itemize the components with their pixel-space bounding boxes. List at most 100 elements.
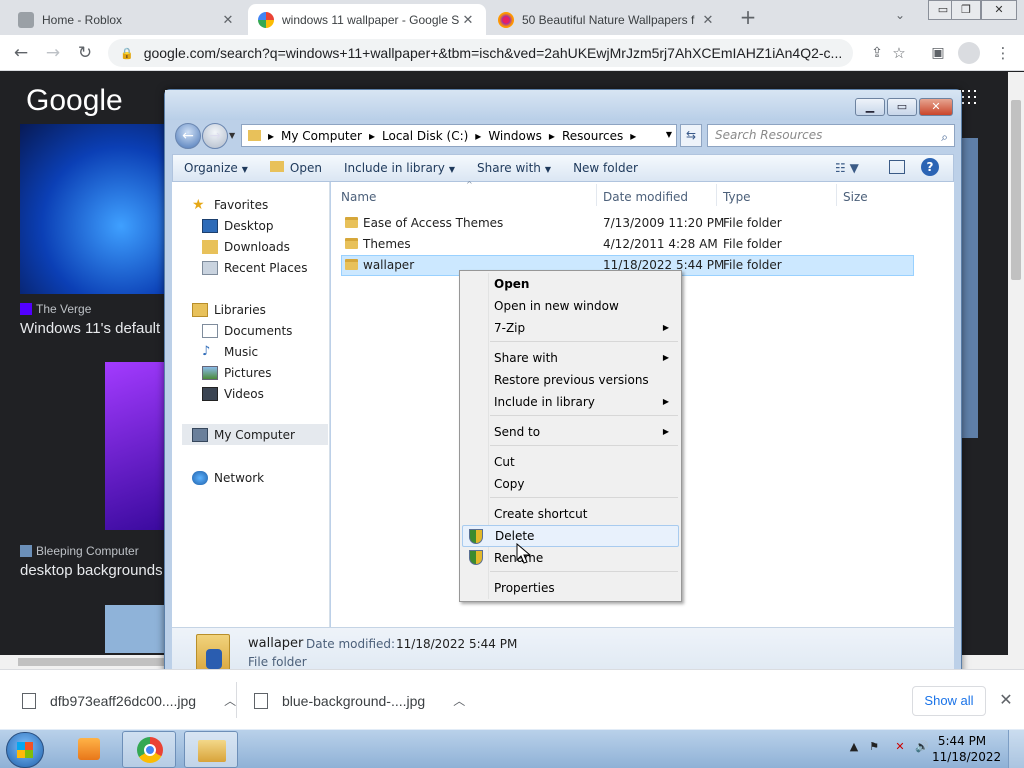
explorer-maximize-button[interactable]: ▭ <box>887 98 917 116</box>
chevron-up-icon[interactable]: ︿ <box>224 692 236 709</box>
explorer-back-icon[interactable]: ← <box>175 123 201 149</box>
column-divider[interactable] <box>836 184 837 206</box>
blue-wallpaper-thumbnail[interactable] <box>105 605 165 653</box>
menu-kebab-icon[interactable]: ⋮ <box>990 41 1016 65</box>
scroll-thumb[interactable] <box>18 658 168 666</box>
menu-item-copy[interactable]: Copy <box>462 473 679 495</box>
column-header-date[interactable]: Date modified <box>603 190 688 204</box>
network-status-icon[interactable]: ✕ <box>892 740 908 756</box>
history-dropdown-icon[interactable]: ▼ <box>229 131 235 140</box>
tab-roblox[interactable]: Home - Roblox ✕ <box>8 4 246 35</box>
side-panel-icon[interactable]: ▣ <box>925 41 951 65</box>
nav-my-computer[interactable]: My Computer <box>182 424 328 445</box>
menu-item-delete[interactable]: Delete <box>462 525 679 547</box>
bookmark-star-icon[interactable]: ☆ <box>886 41 912 65</box>
column-header-type[interactable]: Type <box>723 190 751 204</box>
breadcrumb-item[interactable]: Resources <box>562 129 623 143</box>
tab-google-search[interactable]: windows 11 wallpaper - Google S ✕ <box>248 4 486 35</box>
menu-item-open[interactable]: Open <box>462 273 679 295</box>
nav-favorites[interactable]: ★ Favorites <box>192 195 268 214</box>
explorer-close-button[interactable]: ✕ <box>919 98 953 116</box>
menu-item-properties[interactable]: Properties <box>462 577 679 599</box>
column-header-size[interactable]: Size <box>843 190 868 204</box>
download-item[interactable]: dfb973eaff26dc00....jpg ︿ <box>22 692 236 709</box>
nav-recent-places[interactable]: Recent Places <box>202 258 307 277</box>
nav-videos[interactable]: Videos <box>202 384 264 403</box>
explorer-breadcrumb[interactable]: ▸ My Computer ▸ Local Disk (C:) ▸ Window… <box>241 124 677 147</box>
taskbar-chrome[interactable] <box>122 731 176 768</box>
google-logo[interactable]: Google <box>26 84 123 118</box>
nav-desktop[interactable]: Desktop <box>202 216 274 235</box>
column-divider[interactable] <box>716 184 717 206</box>
nav-network[interactable]: Network <box>192 468 264 487</box>
explorer-minimize-button[interactable]: ▁ <box>855 98 885 116</box>
menu-item-send-to[interactable]: Send to ▶ <box>462 421 679 443</box>
menu-item-create-shortcut[interactable]: Create shortcut <box>462 503 679 525</box>
refresh-icon[interactable]: ⇆ <box>680 124 702 147</box>
help-icon[interactable]: ? <box>921 158 939 176</box>
nav-libraries[interactable]: Libraries <box>192 300 266 319</box>
restore-button[interactable]: ❐ <box>951 0 981 20</box>
address-dropdown-icon[interactable]: ▼ <box>666 130 672 139</box>
menu-item-7zip[interactable]: 7-Zip ▶ <box>462 317 679 339</box>
result-title[interactable]: Windows 11's default w <box>20 320 164 337</box>
close-downloads-bar-icon[interactable]: ✕ <box>996 688 1016 712</box>
breadcrumb-item[interactable]: My Computer <box>281 129 362 143</box>
scroll-thumb[interactable] <box>1011 100 1021 280</box>
taskbar-media-player[interactable] <box>62 731 116 768</box>
close-icon[interactable]: ✕ <box>220 12 236 28</box>
volume-icon[interactable]: 🔊 <box>914 740 930 756</box>
explorer-title-bar[interactable]: ▁ ▭ ✕ <box>165 90 961 120</box>
column-header-name[interactable]: Name <box>341 190 376 204</box>
breadcrumb-item[interactable]: Windows <box>488 129 542 143</box>
explorer-forward-icon[interactable]: → <box>202 123 228 149</box>
include-in-library-button[interactable]: Include in library ▼ <box>333 161 466 175</box>
show-desktop-button[interactable] <box>1008 730 1024 768</box>
address-bar[interactable]: 🔒 google.com/search?q=windows+11+wallpap… <box>108 39 853 67</box>
menu-item-restore-previous-versions[interactable]: Restore previous versions <box>462 369 679 391</box>
nav-pictures[interactable]: Pictures <box>202 363 272 382</box>
menu-item-include-in-library[interactable]: Include in library ▶ <box>462 391 679 413</box>
tab-search-chevron-icon[interactable]: ⌄ <box>895 8 905 22</box>
reload-icon[interactable]: ↻ <box>72 41 98 65</box>
start-button[interactable] <box>6 732 44 768</box>
chevron-up-icon[interactable]: ︿ <box>453 692 465 709</box>
nav-music[interactable]: ♪ Music <box>202 342 258 361</box>
menu-item-rename[interactable]: Rename <box>462 547 679 569</box>
action-center-flag-icon[interactable]: ⚑ <box>866 740 882 756</box>
share-with-button[interactable]: Share with ▼ <box>466 161 562 175</box>
breadcrumb-item[interactable]: Local Disk (C:) <box>382 129 468 143</box>
windows-wallpaper-thumbnail[interactable] <box>20 124 164 294</box>
system-clock[interactable]: 5:44 PM 11/18/2022 <box>932 733 1001 765</box>
explorer-search-input[interactable]: Search Resources ⌕ <box>707 124 955 147</box>
organize-button[interactable]: Organize ▼ <box>173 161 259 175</box>
new-folder-button[interactable]: New folder <box>562 161 649 175</box>
forward-arrow-icon[interactable]: → <box>40 41 66 65</box>
page-vertical-scrollbar[interactable] <box>1008 72 1024 657</box>
apps-grid-icon[interactable] <box>960 88 978 106</box>
preview-pane-icon[interactable] <box>889 160 905 174</box>
menu-item-cut[interactable]: Cut <box>462 451 679 473</box>
column-divider[interactable] <box>596 184 597 206</box>
close-icon[interactable]: ✕ <box>700 12 716 28</box>
menu-item-open-new-window[interactable]: Open in new window <box>462 295 679 317</box>
result-title[interactable]: desktop backgrounds <box>20 562 163 579</box>
nav-downloads[interactable]: Downloads <box>202 237 290 256</box>
tab-nature-wallpapers[interactable]: 50 Beautiful Nature Wallpapers f ✕ <box>488 4 726 35</box>
menu-item-share-with[interactable]: Share with ▶ <box>462 347 679 369</box>
new-tab-button[interactable]: + <box>735 6 761 30</box>
back-arrow-icon[interactable]: ← <box>8 41 34 65</box>
download-item[interactable]: blue-background-....jpg ︿ <box>254 692 465 709</box>
view-options-icon[interactable]: ☷ ▼ <box>835 161 859 175</box>
taskbar-explorer[interactable] <box>184 731 238 768</box>
close-icon[interactable]: ✕ <box>460 12 476 28</box>
file-row[interactable]: Themes 4/12/2011 4:28 AM File folder <box>341 234 914 255</box>
nav-documents[interactable]: Documents <box>202 321 292 340</box>
show-all-downloads-button[interactable]: Show all <box>912 686 986 716</box>
file-row[interactable]: Ease of Access Themes 7/13/2009 11:20 PM… <box>341 213 914 234</box>
show-hidden-icons-arrow[interactable]: ▲ <box>846 740 862 756</box>
close-window-button[interactable]: ✕ <box>981 0 1017 20</box>
profile-avatar[interactable] <box>958 42 980 64</box>
open-button[interactable]: Open <box>259 161 333 175</box>
purple-wallpaper-thumbnail[interactable] <box>105 362 165 530</box>
